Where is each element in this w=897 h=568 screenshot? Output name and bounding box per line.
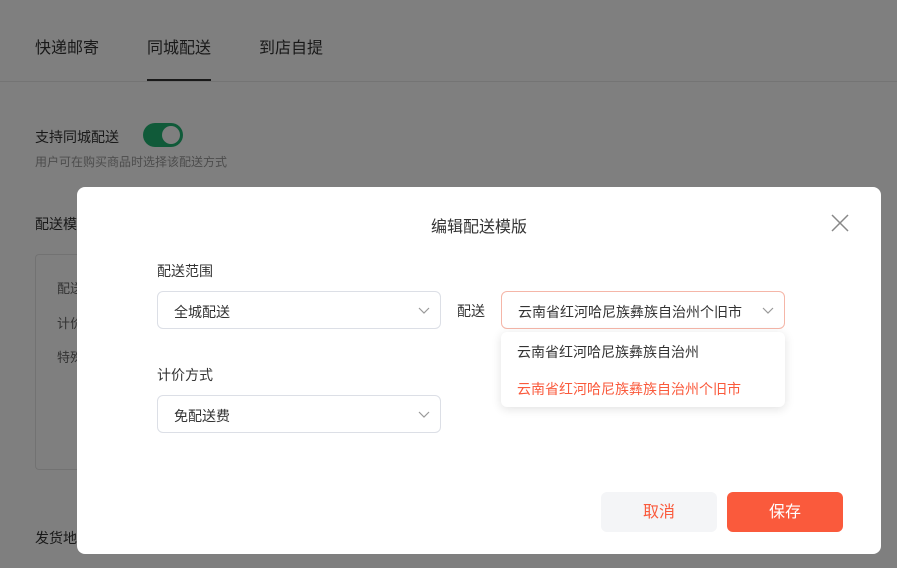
delivery-label: 配送 [457,304,485,320]
delivery-area-dropdown: 云南省红河哈尼族彝族自治州 云南省红河哈尼族彝族自治州个旧市 [501,332,785,407]
chevron-down-icon [418,411,430,418]
chevron-down-icon [418,307,430,314]
pricing-select-value: 免配送费 [174,409,230,425]
delivery-area-select-value: 云南省红河哈尼族彝族自治州个旧市 [518,305,742,321]
dialog-title: 编辑配送模版 [430,217,527,236]
edit-delivery-template-dialog: 编辑配送模版 配送范围 全城配送 配送 云南省红河哈尼族彝族自治州个旧市 云南省… [77,187,881,554]
close-icon[interactable] [829,212,851,234]
dropdown-option[interactable]: 云南省红河哈尼族彝族自治州 [517,342,699,362]
save-button[interactable]: 保存 [727,492,843,532]
dropdown-option-selected[interactable]: 云南省红河哈尼族彝族自治州个旧市 [517,379,741,399]
delivery-area-select[interactable]: 云南省红河哈尼族彝族自治州个旧市 [501,291,785,329]
chevron-down-icon [762,307,774,314]
range-select-value: 全城配送 [174,305,230,321]
pricing-label: 计价方式 [157,368,213,384]
cancel-button[interactable]: 取消 [601,492,717,532]
range-select[interactable]: 全城配送 [157,291,441,329]
pricing-select[interactable]: 免配送费 [157,395,441,433]
range-label: 配送范围 [157,264,213,280]
